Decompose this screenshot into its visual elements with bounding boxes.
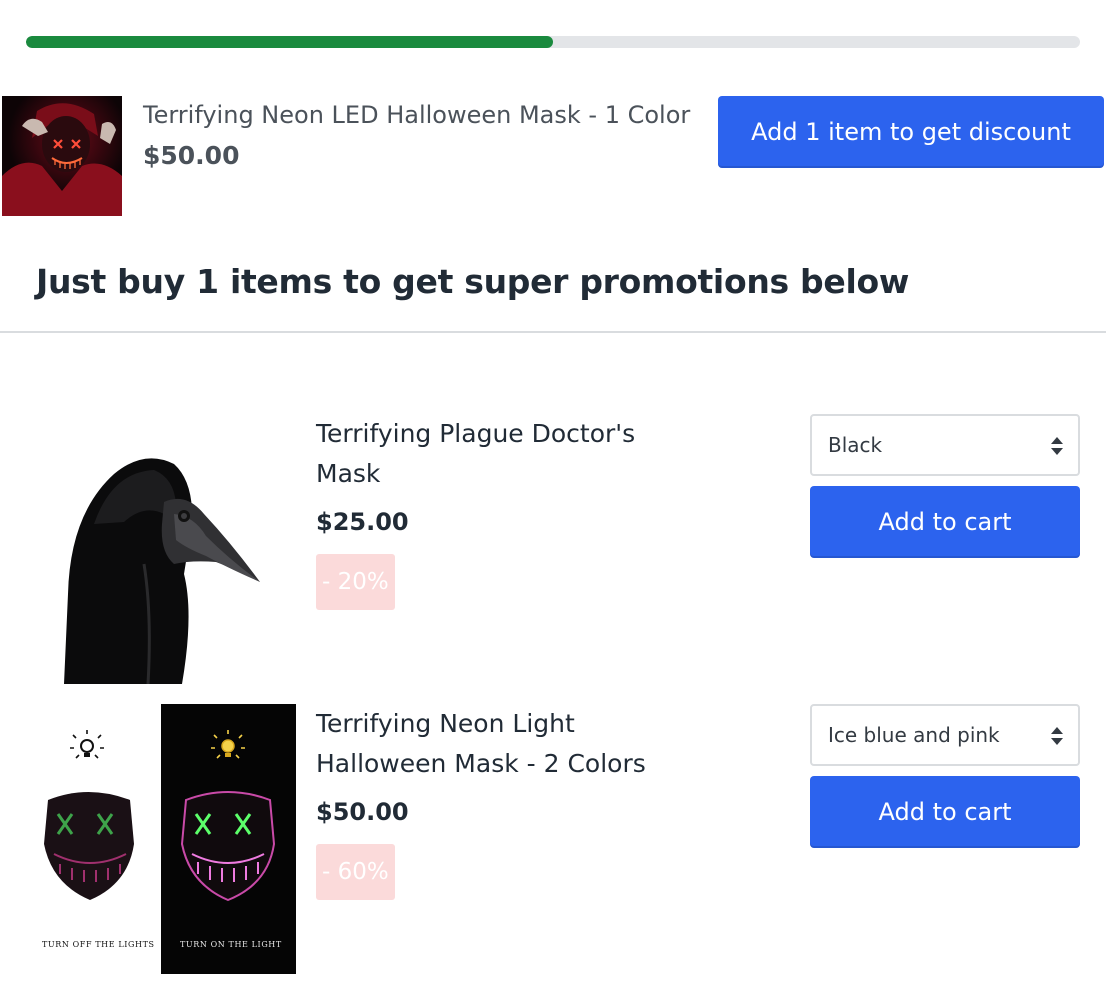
variant-select-value: Ice blue and pink bbox=[828, 723, 1000, 747]
promo-heading: Just buy 1 items to get super promotions… bbox=[36, 262, 910, 301]
promo-product: Terrifying Plague Doctor's Mask $25.00 -… bbox=[0, 414, 1106, 684]
product-price: $25.00 bbox=[316, 508, 409, 536]
select-arrows-icon bbox=[1051, 437, 1063, 455]
plague-doctor-mask-image bbox=[24, 444, 294, 684]
image-caption-on: TURN ON THE LIGHT bbox=[180, 940, 282, 949]
promo-product: TURN OFF THE LIGHTS TURN ON THE LIGHT Te… bbox=[0, 704, 1106, 974]
discount-badge: - 60% bbox=[316, 844, 395, 900]
neon-light-mask-image: TURN OFF THE LIGHTS TURN ON THE LIGHT bbox=[24, 704, 296, 974]
add-to-cart-button[interactable]: Add to cart bbox=[810, 776, 1080, 848]
current-item-price: $50.00 bbox=[143, 141, 240, 170]
variant-select-value: Black bbox=[828, 433, 883, 457]
variant-select[interactable]: Ice blue and pink bbox=[810, 704, 1080, 766]
product-title: Terrifying Plague Doctor's Mask bbox=[316, 419, 636, 488]
image-caption-off: TURN OFF THE LIGHTS bbox=[42, 940, 155, 949]
discount-progress-fill bbox=[26, 36, 553, 48]
discount-progress-bar bbox=[26, 36, 1080, 48]
variant-select[interactable]: Black bbox=[810, 414, 1080, 476]
discount-badge: - 20% bbox=[316, 554, 395, 610]
add-item-for-discount-button[interactable]: Add 1 item to get discount bbox=[718, 96, 1104, 168]
select-arrows-icon bbox=[1051, 727, 1063, 745]
section-divider bbox=[0, 331, 1106, 333]
neon-led-mask-image bbox=[2, 96, 122, 216]
product-title: Terrifying Neon Light Halloween Mask - 2… bbox=[316, 709, 646, 778]
current-item-title: Terrifying Neon LED Halloween Mask - 1 C… bbox=[143, 101, 691, 129]
product-price: $50.00 bbox=[316, 798, 409, 826]
add-to-cart-button[interactable]: Add to cart bbox=[810, 486, 1080, 558]
current-cart-item: Terrifying Neon LED Halloween Mask - 1 C… bbox=[2, 96, 1106, 216]
